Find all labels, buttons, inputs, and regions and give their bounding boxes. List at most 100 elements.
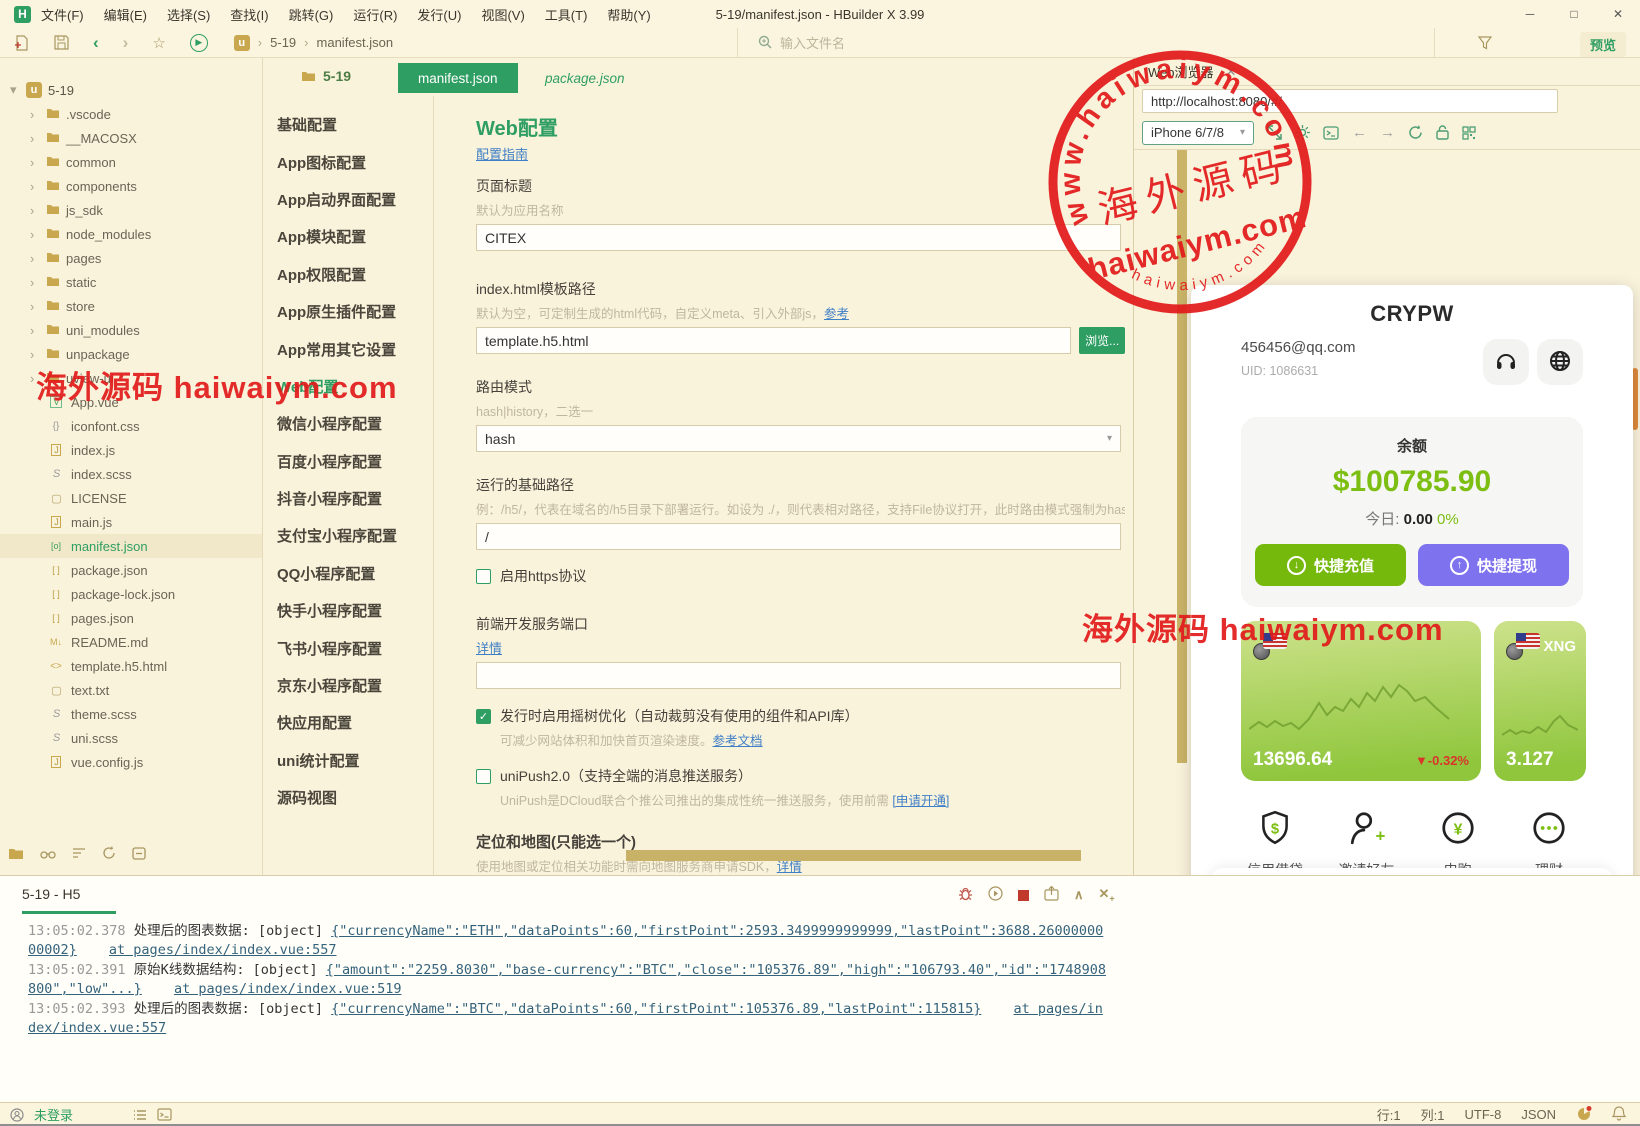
tree-file[interactable]: package-lock.json bbox=[0, 582, 262, 606]
tree-file[interactable]: index.scss bbox=[0, 462, 262, 486]
nav-web-config[interactable]: Web配置 bbox=[263, 368, 433, 405]
https-checkbox[interactable] bbox=[476, 569, 491, 584]
nav-app-module-config[interactable]: App模块配置 bbox=[263, 218, 433, 255]
nav-alipay-mp-config[interactable]: 支付宝小程序配置 bbox=[263, 517, 433, 554]
file-search-box[interactable] bbox=[737, 28, 1435, 58]
tree-file[interactable]: pages.json bbox=[0, 606, 262, 630]
filter-icon[interactable] bbox=[1478, 36, 1492, 53]
login-status[interactable]: 未登录 bbox=[34, 1105, 73, 1124]
quick-deposit-button[interactable]: ↓ 快捷充值 bbox=[1255, 544, 1406, 586]
tree-file-selected[interactable]: manifest.json bbox=[0, 534, 262, 558]
collapse-panel-icon[interactable]: ∧ bbox=[1074, 887, 1084, 903]
tree-folder[interactable]: ›pages bbox=[0, 246, 262, 270]
device-select[interactable]: iPhone 6/7/8 ▾ bbox=[1142, 121, 1254, 145]
tree-folder[interactable]: ›uni_modules bbox=[0, 318, 262, 342]
tree-folder[interactable]: ›.vscode bbox=[0, 102, 262, 126]
menu-run[interactable]: 运行(R) bbox=[353, 5, 397, 24]
lock-icon[interactable] bbox=[1436, 125, 1449, 140]
tree-file[interactable]: LICENSE bbox=[0, 486, 262, 510]
breadcrumb-project[interactable]: 5-19 bbox=[270, 35, 296, 50]
language-button[interactable] bbox=[1537, 339, 1583, 385]
nav-weixin-mp-config[interactable]: 微信小程序配置 bbox=[263, 405, 433, 442]
horizontal-scrollbar[interactable] bbox=[626, 850, 1081, 861]
browser-tab[interactable]: Web浏览器 bbox=[1148, 62, 1214, 81]
back-icon[interactable]: ← bbox=[1352, 124, 1367, 141]
tree-file[interactable]: package.json bbox=[0, 558, 262, 582]
preview-vertical-scrollbar[interactable] bbox=[1177, 150, 1187, 763]
preview-button[interactable]: 预览 bbox=[1580, 32, 1626, 57]
stop-icon[interactable] bbox=[1018, 890, 1029, 901]
market-card[interactable]: 13696.64 ▼-0.32% bbox=[1241, 621, 1481, 781]
nav-app-native-plugin-config[interactable]: App原生插件配置 bbox=[263, 293, 433, 330]
details-link[interactable]: 详情 bbox=[476, 641, 502, 656]
cursor-line[interactable]: 行:1 bbox=[1377, 1105, 1401, 1124]
qr-code-icon[interactable] bbox=[1462, 126, 1476, 140]
tree-file[interactable]: theme.scss bbox=[0, 702, 262, 726]
base-path-input[interactable] bbox=[476, 523, 1121, 550]
menu-view[interactable]: 视图(V) bbox=[481, 5, 524, 24]
expand-icon[interactable] bbox=[1267, 125, 1282, 140]
nav-app-splash-config[interactable]: App启动界面配置 bbox=[263, 181, 433, 218]
tree-file[interactable]: index.js bbox=[0, 438, 262, 462]
tree-folder[interactable]: ›unpackage bbox=[0, 342, 262, 366]
tree-file[interactable]: vue.config.js bbox=[0, 750, 262, 774]
console-tab[interactable]: 5-19 - H5 bbox=[22, 886, 116, 914]
open-folder-icon[interactable] bbox=[8, 847, 24, 863]
restart-run-icon[interactable] bbox=[988, 886, 1003, 904]
terminal-icon[interactable] bbox=[157, 1108, 172, 1121]
refresh-icon[interactable] bbox=[1408, 125, 1423, 140]
tree-folder[interactable]: ›static bbox=[0, 270, 262, 294]
debug-bug-icon[interactable] bbox=[958, 886, 973, 904]
treeshake-checkbox[interactable]: ✓ bbox=[476, 709, 491, 724]
maximize-button[interactable]: □ bbox=[1552, 0, 1596, 28]
quick-withdraw-button[interactable]: ↑ 快捷提现 bbox=[1418, 544, 1569, 586]
tree-file[interactable]: text.txt bbox=[0, 678, 262, 702]
nav-app-other-config[interactable]: App常用其它设置 bbox=[263, 330, 433, 367]
router-mode-select[interactable]: hash ▾ bbox=[476, 425, 1121, 452]
tree-root[interactable]: ▾ u 5-19 bbox=[0, 78, 262, 102]
run-icon[interactable]: ▶ bbox=[190, 34, 208, 52]
menu-goto[interactable]: 跳转(G) bbox=[289, 5, 334, 24]
tree-file[interactable]: template.h5.html bbox=[0, 654, 262, 678]
nav-feishu-mp-config[interactable]: 飞书小程序配置 bbox=[263, 629, 433, 666]
tree-folder[interactable]: ›store bbox=[0, 294, 262, 318]
save-icon[interactable] bbox=[54, 35, 69, 50]
cursor-col[interactable]: 列:1 bbox=[1421, 1105, 1445, 1124]
unipush-checkbox[interactable] bbox=[476, 769, 491, 784]
page-title-input[interactable] bbox=[476, 224, 1121, 251]
binoculars-icon[interactable] bbox=[40, 847, 56, 863]
market-card[interactable]: XNG 3.127 bbox=[1494, 621, 1586, 781]
nav-app-permission-config[interactable]: App权限配置 bbox=[263, 256, 433, 293]
close-button[interactable]: ✕ bbox=[1596, 0, 1640, 28]
tree-file[interactable]: iconfont.css bbox=[0, 414, 262, 438]
reference-doc-link[interactable]: 参考文档 bbox=[713, 734, 763, 748]
tab-manifest-json[interactable]: manifest.json bbox=[398, 63, 518, 93]
reference-link[interactable]: 参考 bbox=[824, 307, 849, 321]
search-input[interactable] bbox=[780, 36, 1340, 51]
nav-base-config[interactable]: 基础配置 bbox=[263, 106, 433, 143]
tree-file[interactable]: README.md bbox=[0, 630, 262, 654]
template-path-input[interactable] bbox=[476, 327, 1071, 354]
tree-file[interactable]: main.js bbox=[0, 510, 262, 534]
menu-select[interactable]: 选择(S) bbox=[167, 5, 210, 24]
tree-file[interactable]: uni.scss bbox=[0, 726, 262, 750]
menu-file[interactable]: 文件(F) bbox=[41, 5, 84, 24]
log-json-link[interactable]: {"currencyName":"BTC","dataPoints":60,"f… bbox=[331, 1001, 981, 1017]
filetype-indicator[interactable]: JSON bbox=[1521, 1107, 1556, 1122]
nav-jd-mp-config[interactable]: 京东小程序配置 bbox=[263, 667, 433, 704]
refresh-icon[interactable] bbox=[102, 846, 116, 863]
tree-folder[interactable]: ›common bbox=[0, 150, 262, 174]
nav-kuaishou-mp-config[interactable]: 快手小程序配置 bbox=[263, 592, 433, 629]
chevron-down-icon[interactable]: ▾ bbox=[10, 82, 20, 98]
menu-help[interactable]: 帮助(Y) bbox=[607, 5, 650, 24]
sort-icon[interactable] bbox=[72, 847, 86, 863]
gear-icon[interactable] bbox=[1295, 125, 1310, 140]
details-link[interactable]: 详情 bbox=[777, 860, 802, 874]
tree-folder[interactable]: ›__MACOSX bbox=[0, 126, 262, 150]
collapse-icon[interactable] bbox=[132, 847, 146, 863]
menu-find[interactable]: 查找(I) bbox=[230, 5, 268, 24]
minimize-button[interactable]: ─ bbox=[1508, 0, 1552, 28]
forward-icon[interactable]: → bbox=[1380, 124, 1395, 141]
customer-service-button[interactable] bbox=[1483, 339, 1529, 385]
bell-icon[interactable] bbox=[1612, 1106, 1626, 1124]
